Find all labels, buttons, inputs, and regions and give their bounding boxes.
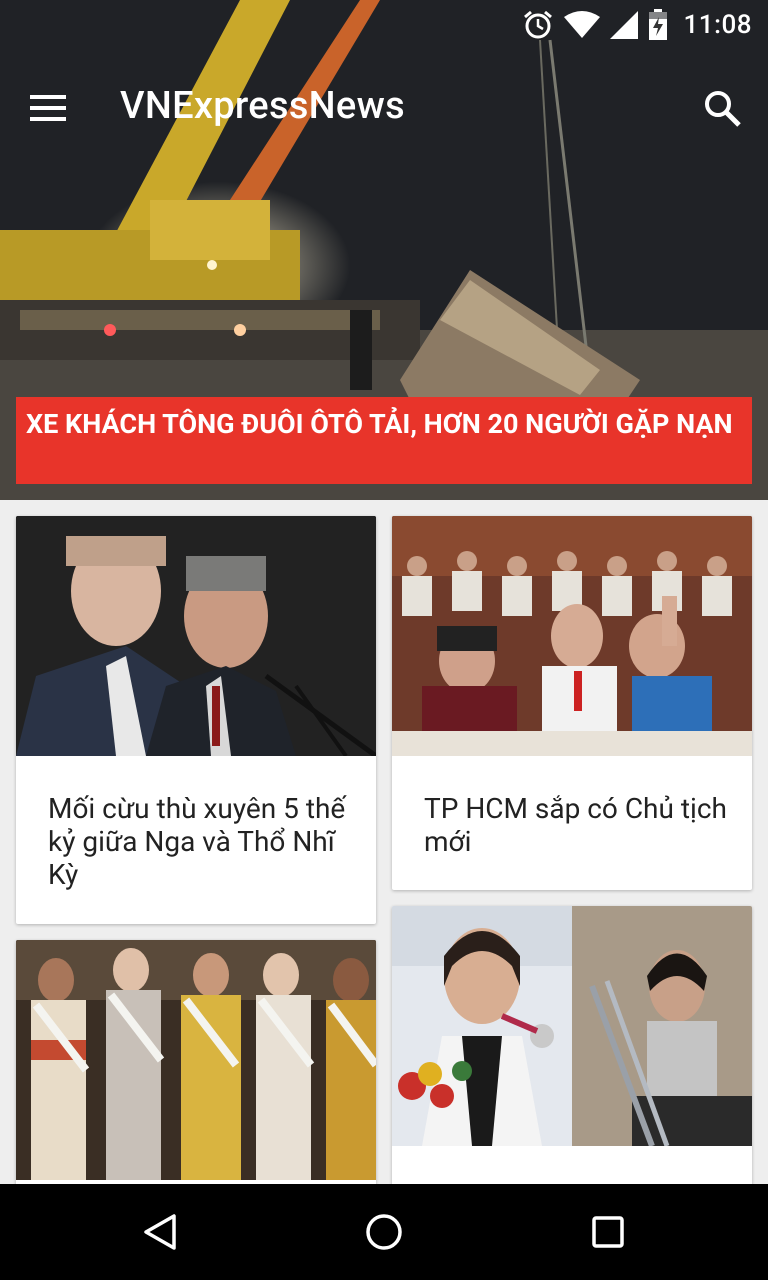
- article-card[interactable]: [392, 906, 752, 1200]
- app-title: VNExpressNews: [120, 84, 405, 128]
- article-image: [16, 516, 376, 756]
- alarm-icon: [522, 9, 554, 41]
- back-icon: [144, 1214, 176, 1250]
- article-image: [392, 906, 752, 1146]
- battery-icon: [648, 9, 668, 41]
- cell-signal-icon: [609, 11, 638, 39]
- search-button[interactable]: [696, 82, 748, 134]
- article-title: TP HCM sắp có Chủ tịch mới: [424, 792, 727, 858]
- hero-banner[interactable]: 11:08 VNExpressNews XE KHÁCH TÔNG ĐUÔI Ô…: [0, 0, 768, 500]
- article-image: [392, 516, 752, 756]
- menu-button[interactable]: [22, 82, 74, 134]
- hero-headline[interactable]: XE KHÁCH TÔNG ĐUÔI ÔTÔ TẢI, HƠN 20 NGƯỜI…: [16, 397, 752, 484]
- article-card[interactable]: TP HCM sắp có Chủ tịch mới: [392, 516, 752, 890]
- menu-icon: [30, 95, 66, 121]
- wifi-icon: [563, 11, 600, 39]
- status-time: 11:08: [683, 10, 752, 40]
- article-card[interactable]: Mối cừu thù xuyên 5 thế kỷ giữa Nga và T…: [16, 516, 376, 924]
- recents-button[interactable]: [578, 1202, 638, 1262]
- home-icon: [366, 1214, 402, 1250]
- article-card[interactable]: [16, 940, 376, 1200]
- recents-icon: [592, 1216, 624, 1248]
- article-image: [16, 940, 376, 1180]
- back-button[interactable]: [130, 1202, 190, 1262]
- system-nav-bar: [0, 1184, 768, 1280]
- app-bar: VNExpressNews: [0, 58, 768, 158]
- home-button[interactable]: [354, 1202, 414, 1262]
- status-bar: 11:08: [0, 0, 768, 50]
- search-icon: [705, 91, 741, 127]
- article-title: Mối cừu thù xuyên 5 thế kỷ giữa Nga và T…: [48, 792, 346, 891]
